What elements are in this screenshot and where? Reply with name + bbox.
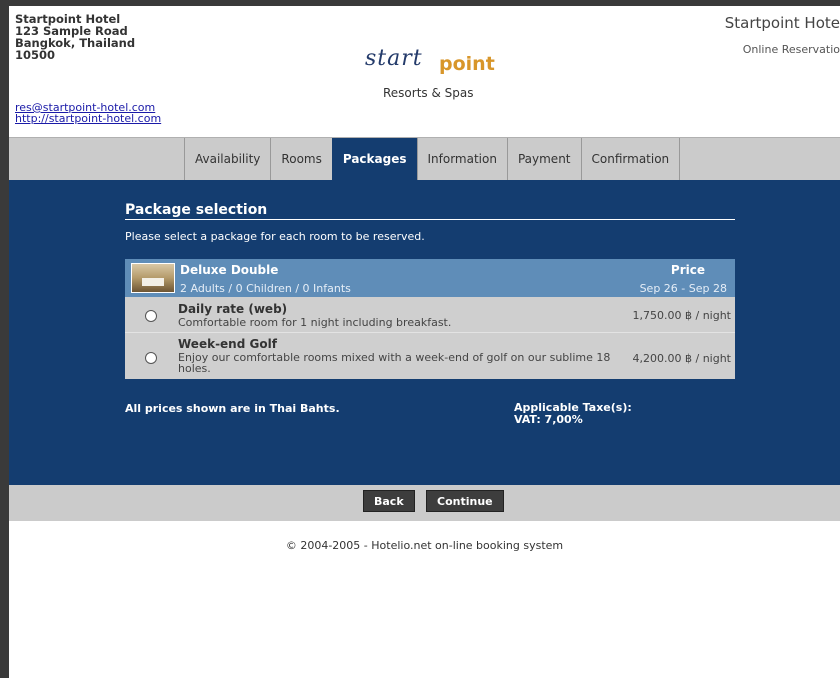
- package-price: 1,750.00 ฿ / night: [632, 309, 731, 322]
- package-name: Week-end Golf: [178, 337, 277, 351]
- package-description: Enjoy our comfortable rooms mixed with a…: [178, 351, 611, 375]
- step-tabs: Availability Rooms Packages Information …: [184, 138, 681, 181]
- tab-information[interactable]: Information: [416, 138, 507, 181]
- logo-subtitle: Resorts & Spas: [383, 86, 474, 100]
- button-bar: Back Continue: [9, 485, 840, 521]
- logo-wordmark: start point: [365, 46, 505, 76]
- logo-word-start: start: [365, 46, 423, 71]
- price-column-header: Price: [670, 263, 705, 277]
- room-name: Deluxe Double: [180, 263, 279, 277]
- address-line: 10500: [15, 48, 56, 62]
- tax-value: VAT: 7,00%: [514, 413, 583, 426]
- header-hotel-title: Startpoint Hote: [724, 14, 840, 32]
- stay-dates: Sep 26 - Sep 28: [639, 282, 727, 295]
- hotel-links: res@startpoint-hotel.com http://startpoi…: [15, 102, 161, 124]
- tab-confirmation[interactable]: Confirmation: [580, 138, 681, 181]
- browser-page: Startpoint Hotel 123 Sample Road Bangkok…: [9, 6, 840, 678]
- main-content: Package selection Please select a packag…: [9, 180, 840, 485]
- logo-word-point: point: [439, 53, 495, 75]
- tab-payment[interactable]: Payment: [506, 138, 581, 181]
- footer-copyright: © 2004-2005 - Hotelio.net on-line bookin…: [285, 539, 564, 552]
- hotel-logo: start point Resorts & Spas: [365, 46, 505, 100]
- hotel-address: Startpoint Hotel 123 Sample Road Bangkok…: [15, 13, 135, 61]
- package-price: 4,200.00 ฿ / night: [632, 352, 731, 365]
- room-photo: [131, 263, 175, 293]
- package-description: Comfortable room for 1 night including b…: [178, 316, 452, 329]
- section-title: Package selection: [125, 202, 735, 220]
- currency-note: All prices shown are in Thai Bahts.: [125, 402, 340, 415]
- website-link[interactable]: http://startpoint-hotel.com: [15, 113, 161, 124]
- room-header-row: Deluxe Double 2 Adults / 0 Children / 0 …: [125, 259, 735, 297]
- tab-availability[interactable]: Availability: [184, 138, 270, 181]
- page-header: Startpoint Hotel 123 Sample Road Bangkok…: [9, 6, 840, 137]
- back-button[interactable]: Back: [363, 490, 415, 512]
- package-name: Daily rate (web): [178, 302, 288, 316]
- room-occupancy: 2 Adults / 0 Children / 0 Infants: [180, 282, 351, 295]
- package-radio-golf[interactable]: [145, 352, 157, 364]
- tab-packages[interactable]: Packages: [331, 138, 417, 181]
- step-tabs-bar: Availability Rooms Packages Information …: [9, 137, 840, 181]
- package-row[interactable]: Week-end Golf Enjoy our comfortable room…: [125, 332, 735, 379]
- tax-info: Applicable Taxe(s): VAT: 7,00%: [514, 402, 632, 426]
- package-table: Deluxe Double 2 Adults / 0 Children / 0 …: [125, 259, 735, 379]
- tab-rooms[interactable]: Rooms: [270, 138, 331, 181]
- package-row[interactable]: Daily rate (web) Comfortable room for 1 …: [125, 297, 735, 332]
- section-instruction: Please select a package for each room to…: [125, 230, 425, 243]
- package-radio-daily[interactable]: [145, 310, 157, 322]
- header-subtitle: Online Reservatio: [742, 43, 840, 56]
- continue-button[interactable]: Continue: [426, 490, 504, 512]
